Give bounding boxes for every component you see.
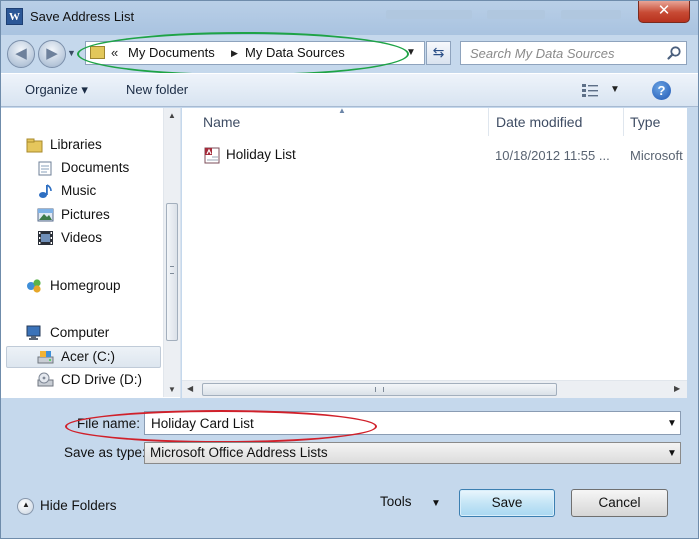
sidebar-item-label: Pictures — [61, 207, 110, 222]
file-list-vertical-scrollbar[interactable] — [687, 108, 698, 398]
word-app-icon: W — [6, 8, 23, 25]
title-bar: W Save Address List ✕ — [1, 1, 698, 35]
navigation-pane-scrollbar[interactable]: ▲ ▼ — [163, 108, 180, 397]
view-options-icon[interactable] — [581, 83, 599, 98]
libraries-icon — [26, 138, 43, 153]
drive-icon — [37, 351, 54, 364]
sidebar-item-label: Acer (C:) — [61, 349, 115, 364]
forward-button[interactable]: ▶ — [38, 40, 66, 68]
scrollbar-thumb[interactable] — [202, 383, 557, 396]
file-type: Microsoft — [630, 148, 683, 163]
scroll-left-arrow-icon[interactable]: ◀ — [187, 384, 193, 393]
save-as-type-dropdown-icon[interactable]: ▼ — [667, 448, 677, 459]
scrollbar-thumb[interactable] — [166, 203, 178, 341]
column-header-name[interactable]: Name — [203, 108, 240, 136]
breadcrumb-overflow-icon[interactable]: « — [111, 45, 118, 60]
sidebar-item-label: Homegroup — [50, 278, 121, 293]
back-button[interactable]: ◀ — [7, 40, 35, 68]
close-button[interactable]: ✕ — [638, 1, 690, 23]
breadcrumb-my-data-sources[interactable]: My Data Sources — [245, 45, 345, 60]
collapse-icon: ▲ — [17, 498, 34, 515]
background-window-title-blur — [487, 10, 545, 19]
sidebar-item-label: Libraries — [50, 137, 102, 152]
sidebar-item-label: CD Drive (D:) — [61, 372, 142, 387]
breadcrumb-separator-icon[interactable]: ▶ — [231, 48, 238, 59]
computer-icon — [26, 325, 41, 340]
background-window-title-blur — [386, 10, 472, 19]
dialog-footer: ▲ Hide Folders Tools ▼ Save Cancel — [1, 475, 698, 538]
sort-ascending-icon: ▲ — [338, 106, 346, 115]
cancel-button[interactable]: Cancel — [571, 489, 668, 517]
tools-dropdown-icon[interactable]: ▼ — [431, 498, 441, 509]
save-as-type-select[interactable]: Microsoft Office Address Lists — [144, 442, 681, 464]
address-dropdown-icon[interactable]: ▼ — [406, 47, 416, 58]
column-header-date-modified[interactable]: Date modified — [496, 108, 582, 136]
save-address-list-dialog: W Save Address List ✕ ◀ ▶ ▼ « My Documen… — [0, 0, 699, 539]
search-placeholder: Search My Data Sources — [470, 46, 615, 61]
recent-pages-chevron-icon[interactable]: ▼ — [67, 47, 79, 59]
file-name-dropdown-icon[interactable]: ▼ — [667, 418, 677, 429]
access-file-icon — [204, 147, 220, 164]
column-divider[interactable] — [488, 108, 489, 136]
sidebar-item-label: Videos — [61, 230, 103, 245]
view-dropdown-icon[interactable]: ▼ — [610, 84, 620, 95]
grip-icon — [375, 387, 384, 392]
file-row[interactable]: Holiday List 10/18/2012 11:55 ... Micros… — [202, 145, 683, 167]
file-list-horizontal-scrollbar[interactable]: ◀ ▶ — [182, 380, 687, 398]
search-icon[interactable] — [666, 45, 682, 61]
column-header-type[interactable]: Type — [630, 108, 660, 136]
documents-icon — [38, 161, 52, 176]
save-button[interactable]: Save — [459, 489, 555, 517]
help-icon[interactable]: ? — [652, 81, 671, 100]
grip-icon — [170, 266, 174, 274]
folder-icon — [90, 46, 105, 59]
refresh-button[interactable]: ⇆ — [426, 41, 451, 65]
command-bar: Organize ▾ New folder ▼ ? — [1, 73, 698, 107]
hide-folders-label: Hide Folders — [40, 498, 117, 513]
sidebar-item-label: Music — [61, 183, 97, 198]
scroll-down-arrow-icon[interactable]: ▼ — [168, 385, 176, 394]
sidebar-item-label: Documents — [61, 160, 130, 175]
save-as-type-label: Save as type: — [64, 445, 146, 460]
new-folder-button[interactable]: New folder — [126, 82, 188, 97]
pictures-icon — [37, 208, 54, 222]
sidebar-item-label: Computer — [50, 325, 110, 340]
music-icon — [39, 184, 52, 198]
file-name: Holiday List — [226, 147, 296, 162]
breadcrumb-my-documents[interactable]: My Documents — [128, 45, 215, 60]
organize-button[interactable]: Organize ▾ — [25, 82, 88, 98]
file-date-modified: 10/18/2012 11:55 ... — [495, 148, 610, 163]
scroll-up-arrow-icon[interactable]: ▲ — [168, 111, 176, 120]
window-title: Save Address List — [30, 9, 135, 24]
homegroup-icon — [27, 279, 41, 293]
file-name-input[interactable] — [144, 411, 681, 435]
tools-button[interactable]: Tools — [380, 494, 412, 509]
file-name-label: File name: — [77, 416, 141, 431]
videos-icon — [38, 231, 53, 245]
search-input[interactable]: Search My Data Sources — [460, 41, 687, 65]
scroll-right-arrow-icon[interactable]: ▶ — [674, 384, 680, 393]
background-window-title-blur — [561, 10, 621, 19]
file-list-pane: ▲ Name Date modified Type Holiday List 1… — [182, 106, 687, 398]
address-bar[interactable]: « My Documents ▶ My Data Sources ▼ — [85, 41, 425, 65]
column-divider[interactable] — [623, 108, 624, 136]
navigation-pane: Libraries Documents Music Pictures Video… — [1, 108, 181, 398]
cd-drive-icon — [37, 372, 54, 387]
